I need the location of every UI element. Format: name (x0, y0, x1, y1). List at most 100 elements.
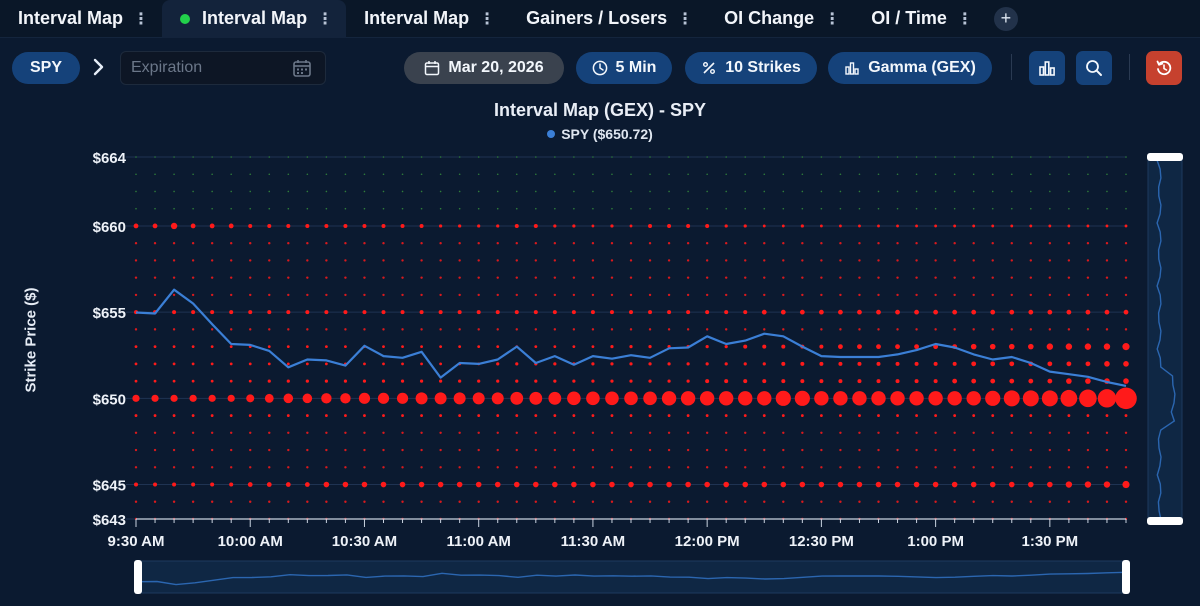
bubble (763, 293, 766, 297)
bubble (264, 393, 274, 403)
bubble (268, 173, 271, 176)
bubble (858, 259, 861, 262)
bubble (838, 379, 843, 384)
calendar-icon[interactable] (292, 58, 312, 78)
bubble (1010, 190, 1013, 193)
bubble (857, 379, 862, 384)
tab-interval-map[interactable]: Interval Map ⋮ (162, 0, 347, 38)
plot-area (136, 157, 1126, 519)
bubble (382, 293, 385, 297)
bubble (972, 224, 976, 228)
tab-oi-time[interactable]: OI / Time ⋮ (853, 0, 986, 38)
bubble (535, 156, 537, 158)
bubble (153, 345, 157, 349)
bubble (972, 293, 975, 297)
bubble (491, 392, 504, 405)
bubble (306, 241, 309, 245)
tab-gainers-losers[interactable]: Gainers / Losers ⋮ (508, 0, 706, 38)
date-picker-button[interactable]: Mar 20, 2026 (404, 52, 564, 84)
bubble (515, 448, 518, 452)
bubble (648, 223, 653, 228)
bubble (782, 190, 785, 193)
bubble (496, 190, 499, 193)
more-vertical-icon[interactable]: ⋮ (317, 9, 333, 29)
bubble (971, 309, 977, 315)
bubble (991, 224, 995, 228)
toolbar-divider (1129, 54, 1130, 80)
bubble (763, 431, 766, 435)
bubble (515, 190, 518, 193)
bubble (686, 448, 690, 452)
bubble (572, 328, 576, 331)
bubble (1087, 190, 1089, 193)
tab-oi-change[interactable]: OI Change ⋮ (706, 0, 853, 38)
tab-interval-map[interactable]: Interval Map ⋮ (0, 0, 162, 38)
bubble (458, 259, 461, 262)
bubble (1125, 190, 1127, 193)
bubble (947, 391, 962, 406)
bubble (210, 379, 214, 383)
tab-interval-map[interactable]: Interval Map ⋮ (346, 0, 508, 38)
add-tab-button[interactable]: + (993, 6, 1018, 31)
bubble (571, 310, 576, 315)
strikes-button[interactable]: 10 Strikes (685, 52, 817, 84)
bubble (249, 293, 252, 297)
symbol-button[interactable]: SPY (12, 52, 80, 84)
bubble (839, 293, 842, 297)
bubble (477, 276, 480, 279)
bubble (668, 207, 670, 210)
bubble (324, 310, 329, 315)
bubble (648, 310, 653, 315)
bubble (953, 293, 956, 297)
bubble (229, 379, 233, 383)
bubble (801, 207, 804, 210)
bubble (972, 259, 975, 262)
bubble (1047, 481, 1053, 488)
bubble (952, 361, 957, 366)
interval-map-chart[interactable]: $664 $660 $655 $650 $645 $643 9:30 AM 10:00 AM… (0, 96, 1200, 606)
tab-label: Interval Map (18, 8, 124, 28)
zoom-button[interactable] (1076, 51, 1112, 85)
more-vertical-icon[interactable]: ⋮ (133, 9, 149, 29)
bubble (344, 500, 347, 503)
time-navigator[interactable] (134, 560, 1130, 594)
bubble (953, 224, 957, 228)
more-vertical-icon[interactable]: ⋮ (677, 9, 693, 29)
bubble (871, 391, 886, 406)
more-vertical-icon[interactable]: ⋮ (824, 9, 840, 29)
reset-button[interactable] (1146, 51, 1182, 85)
bubble (249, 259, 252, 262)
bubble (191, 293, 195, 297)
bubble (515, 259, 518, 262)
more-vertical-icon[interactable]: ⋮ (957, 9, 973, 29)
bubble (458, 173, 461, 176)
bubble (858, 276, 861, 279)
bubble (553, 241, 557, 245)
bubble (172, 310, 177, 315)
interval-button[interactable]: 5 Min (576, 52, 672, 84)
bubble (477, 345, 481, 349)
metric-button[interactable]: Gamma (GEX) (828, 52, 992, 84)
y-tick-label: $645 (93, 478, 126, 495)
bubble (1105, 259, 1109, 262)
bubble (953, 431, 956, 435)
more-vertical-icon[interactable]: ⋮ (479, 9, 495, 29)
bubble (896, 241, 899, 245)
bubble (1115, 387, 1137, 410)
bubble (134, 500, 138, 503)
bubble (496, 259, 499, 262)
bubble (744, 173, 747, 176)
bubble (934, 414, 938, 417)
chart-type-button[interactable] (1029, 51, 1065, 85)
bubble (629, 328, 633, 331)
bubble (667, 223, 672, 228)
vertical-scrollbar[interactable] (1147, 153, 1183, 525)
bubble (1125, 156, 1127, 158)
bubble (211, 156, 213, 158)
bubble (819, 414, 823, 417)
bubble (344, 448, 347, 452)
bubble (895, 344, 900, 350)
bubble (1067, 466, 1071, 469)
bubble (591, 345, 595, 349)
bubble (928, 391, 943, 406)
